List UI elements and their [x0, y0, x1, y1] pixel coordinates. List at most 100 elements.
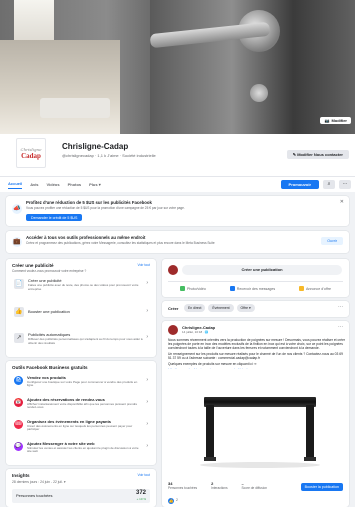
briefcase-icon: 💼: [12, 237, 22, 247]
create-ad-see-all[interactable]: Voir tout: [138, 263, 150, 267]
promote-button[interactable]: Promouvoir: [280, 180, 319, 189]
calendar-icon: 📅: [14, 398, 23, 407]
tool-appointments[interactable]: 📅 Ajoutez des réservations de rendez-vou…: [12, 395, 150, 413]
shopping-bag-icon: 🛍: [14, 376, 23, 385]
post-paragraph: Quelques exemples de produits sur mesure…: [168, 362, 257, 366]
stat-reach: 34 Personnes touchées: [168, 481, 197, 490]
product-image[interactable]: [162, 369, 349, 479]
tool-messenger-plugin[interactable]: 💬 Ajoutez Messenger à votre site web Sti…: [12, 439, 150, 457]
page-logo[interactable]: Chrisligne Cadap: [16, 138, 46, 168]
tab-accueil[interactable]: Accueil: [8, 181, 23, 189]
stat-label: Personnes touchées: [168, 486, 198, 490]
insights-title: Insights: [12, 473, 30, 478]
edit-contact-button[interactable]: ✎ Modifier Nous contacter: [286, 150, 349, 159]
like-count[interactable]: 2: [176, 498, 178, 502]
photo-video-action[interactable]: Photo/vidéo: [179, 286, 206, 291]
composer-actions: Photo/vidéo Recevoir des messages Annonc…: [168, 281, 343, 291]
offer-chip[interactable]: Offre ▾: [236, 304, 255, 312]
get-messages-action[interactable]: Recevoir des messages: [229, 286, 276, 291]
post-more-icon[interactable]: ···: [338, 324, 343, 330]
business-suite-title: Accéder à tous vos outils professionnels…: [26, 235, 146, 240]
more-icon[interactable]: ···: [338, 304, 343, 310]
automated-ads-option[interactable]: ↗ Publicités automatiques Diffusez des p…: [12, 329, 150, 351]
post-paragraph: Nous sommes récemment orientés vers la p…: [168, 338, 346, 350]
chevron-right-icon: ›: [146, 377, 148, 383]
profile-header: Chrisligne Cadap Chrisligne-Cadap @chris…: [0, 134, 355, 176]
messenger-icon: [229, 286, 235, 291]
reach-value: 372: [135, 490, 146, 496]
edit-cover-button[interactable]: 📷 Modifier: [320, 117, 351, 124]
tool-sell-products[interactable]: 🛍 Vendez vos produits Configurez une bou…: [12, 373, 150, 391]
chevron-right-icon: ›: [146, 399, 148, 405]
insights-see-all[interactable]: Voir tout: [138, 473, 150, 477]
ticket-icon: 🎟: [14, 420, 23, 429]
event-chip[interactable]: Évènement: [208, 304, 234, 312]
stat-label: Score de diffusion: [241, 486, 268, 490]
megaphone-icon: 📣: [12, 204, 22, 214]
option-desc: Faites une publicité avec du texte, des …: [28, 283, 139, 291]
messenger-icon: 💬: [14, 442, 23, 451]
ad-credit-title: Profitez d'une réduction de 5 $US sur le…: [26, 200, 152, 205]
option-title: Booster une publication: [28, 309, 70, 314]
boost-post-option[interactable]: 👍 Booster une publication ›: [12, 303, 150, 325]
reach-label: Personnes touchées: [16, 493, 53, 498]
post-composer: Créer une publication Photo/vidéo Recevo…: [162, 259, 349, 297]
insights-period[interactable]: 28 derniers jours : 24 juin - 22 juil. ▾: [12, 480, 66, 484]
post-date[interactable]: 14 juillet, 10:18 · 🌐: [182, 330, 209, 334]
tab-avis[interactable]: Avis: [30, 182, 38, 187]
logo-brand: Cadap: [21, 151, 41, 160]
tool-desc: Stimulez les ventes et assistez les clie…: [27, 445, 139, 454]
tab-videos[interactable]: Vidéos: [47, 182, 60, 187]
live-chip[interactable]: En direct: [184, 304, 206, 312]
chevron-right-icon: ›: [146, 334, 148, 340]
ad-credit-desc: Vous pouvez profiter une réduction de 5 …: [26, 206, 185, 210]
reach-delta: + 10 %: [136, 497, 146, 501]
action-label: Annonce d'offre: [306, 286, 332, 291]
like-reaction-icon[interactable]: 👍: [168, 498, 174, 504]
create-filters: Créer En direct Évènement Offre ▾ ···: [162, 301, 349, 317]
cover-room: [0, 40, 120, 134]
option-desc: Diffusez des publicités personnalisées q…: [28, 337, 143, 345]
create-ad-subtitle: Comment voulez-vous promouvoir votre ent…: [12, 269, 87, 273]
business-suite-banner: 💼 Accéder à tous vos outils professionne…: [6, 231, 349, 253]
search-icon[interactable]: ⌕: [323, 180, 335, 189]
create-ad-card: Créer une publicité Comment voulez-vous …: [6, 259, 156, 357]
avatar[interactable]: [168, 325, 178, 335]
document-icon: 📄: [14, 279, 24, 289]
tool-desc: Créez des évènements en ligne sur lesque…: [27, 423, 133, 432]
thumbs-up-icon: 👍: [14, 307, 24, 317]
chevron-right-icon: ›: [146, 421, 148, 427]
create-label: Créer: [168, 306, 179, 311]
action-label: Recevoir des messages: [236, 286, 276, 291]
claim-credit-button[interactable]: Demander le crédit de 5 $US: [26, 214, 83, 221]
insights-reach-row[interactable]: Personnes touchées 372 + 10 %: [12, 489, 150, 503]
chevron-right-icon: ›: [146, 443, 148, 449]
stat-engagement: 2 Interactions: [211, 481, 227, 490]
edit-contact-label: Modifier Nous contacter: [297, 152, 343, 157]
offer-action[interactable]: Annonce d'offre: [299, 286, 331, 291]
cover-photo: 📷 Modifier: [0, 0, 355, 134]
post-paragraph: Un renseignement sur les produits sur me…: [168, 352, 343, 360]
tool-desc: Affichez instantanément votre disponibil…: [27, 401, 138, 410]
insights-card: Insights Voir tout 28 derniers jours : 2…: [6, 469, 156, 507]
edit-cover-label: Modifier: [331, 118, 347, 123]
stat-distribution: – Score de diffusion: [242, 481, 267, 490]
business-suite-desc: Créez et programmez des publications, gé…: [26, 241, 215, 245]
tab-photos[interactable]: Photos: [68, 182, 82, 187]
create-post-button[interactable]: Créer une publication: [182, 265, 342, 275]
close-icon[interactable]: ✕: [340, 199, 344, 205]
cover-lock: [250, 84, 268, 102]
boost-post-button[interactable]: Booster la publication: [300, 483, 343, 491]
action-label: Photo/vidéo: [186, 286, 206, 291]
arrow-up-right-icon: ↗: [14, 333, 24, 343]
cover-sofa: [40, 98, 110, 118]
more-options-icon[interactable]: ···: [339, 180, 351, 189]
tool-desc: Configurez une boutique sur votre Page p…: [27, 379, 138, 388]
post-card: Chrisligne-Cadap 14 juillet, 10:18 · 🌐 ·…: [162, 321, 349, 507]
create-ad-option[interactable]: 📄 Créer une publicité Faites une publici…: [12, 275, 150, 297]
stat-label: Interactions: [211, 486, 228, 490]
page-tabs: Accueil Avis Vidéos Photos Plus ▾ Promou…: [0, 176, 355, 192]
tool-paid-events[interactable]: 🎟 Organisez des évènements en ligne paya…: [12, 417, 150, 435]
tab-more[interactable]: Plus ▾: [89, 182, 101, 187]
open-business-suite-button[interactable]: Ouvrir: [321, 237, 343, 245]
